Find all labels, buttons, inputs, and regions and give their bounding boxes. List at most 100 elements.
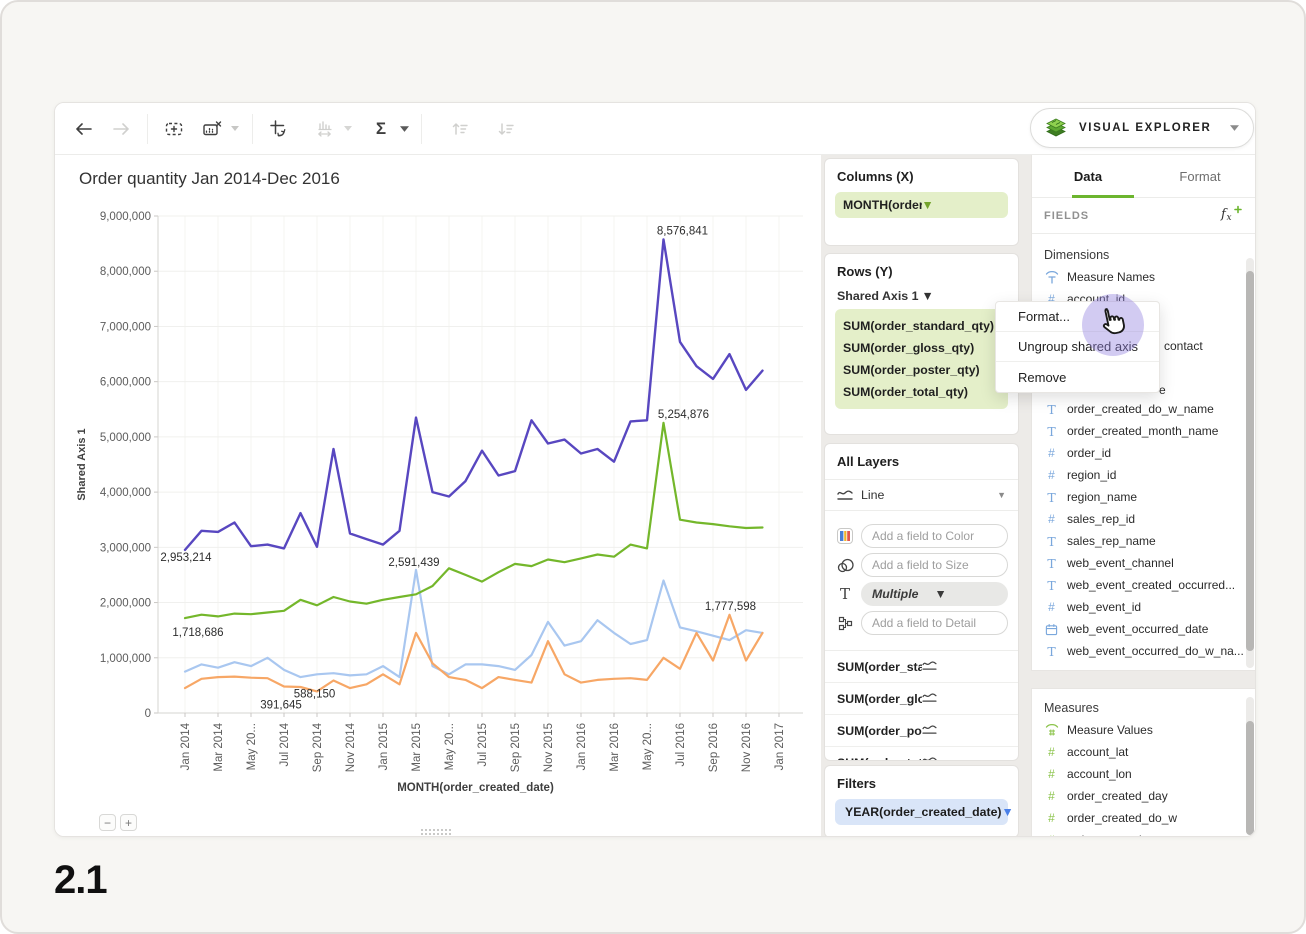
visual-explorer-button[interactable]: VISUAL EXPLORER	[1030, 108, 1254, 148]
field-item[interactable]: Torder_created_month_name	[1032, 420, 1256, 442]
field-item[interactable]: Torder_created_do_w_name	[1032, 398, 1256, 420]
swap-axes-button[interactable]	[263, 113, 295, 145]
dimensions-label: Dimensions	[1032, 234, 1256, 266]
svg-text:Jan 2016: Jan 2016	[576, 723, 588, 770]
field-label: region_id	[1067, 468, 1116, 482]
field-item[interactable]: Measure Names	[1032, 266, 1256, 288]
svg-text:0: 0	[145, 708, 151, 720]
rows-pill[interactable]: SUM(order_poster_qty)	[843, 359, 1000, 381]
svg-text:Shared Axis 1: Shared Axis 1	[76, 428, 88, 500]
field-label: Measure Names	[1067, 270, 1155, 284]
number-icon: #	[1048, 789, 1055, 803]
all-layers-title: All Layers	[825, 444, 1018, 480]
text-field-dropdown[interactable]: Multiple ▼	[861, 582, 1008, 606]
series-line-SUM(order_gloss_qty)[interactable]	[185, 570, 763, 677]
size-mark-icon	[833, 558, 857, 573]
rows-shelf: Rows (Y) Shared Axis 1 ▼ SUM(order_stand…	[824, 253, 1019, 435]
filter-pill[interactable]: YEAR(order_created_date) ▼	[835, 799, 1008, 825]
columns-pill[interactable]: MONTH(order_created_d... ▼	[835, 192, 1008, 218]
add-calculated-field-button[interactable]: fx	[1220, 205, 1242, 226]
field-item[interactable]: #sales_rep_id	[1032, 508, 1256, 530]
layer-label: SUM(order_poster_qty)	[837, 724, 922, 738]
svg-text:6,000,000: 6,000,000	[100, 377, 151, 389]
menu-item-ungroup-shared-axis[interactable]: Ungroup shared axis	[996, 332, 1159, 362]
svg-text:MONTH(order_created_date): MONTH(order_created_date)	[397, 782, 554, 794]
data-point-annotation: 5,254,876	[658, 409, 709, 421]
resize-bars-button[interactable]	[309, 113, 341, 145]
field-item[interactable]: #account_lat	[1032, 741, 1256, 763]
svg-text:1,000,000: 1,000,000	[100, 653, 151, 665]
panel-resize-handle[interactable]	[420, 828, 452, 835]
back-button[interactable]	[67, 113, 99, 145]
field-item[interactable]: #region_id	[1032, 464, 1256, 486]
field-item[interactable]: #order_created_...	[1032, 829, 1256, 837]
obscured-field-fragment: e	[1159, 383, 1166, 397]
number-icon: #	[1048, 512, 1055, 526]
chevron-down-icon: ▼	[1002, 805, 1014, 819]
field-item[interactable]: Tsales_rep_name	[1032, 530, 1256, 552]
field-item[interactable]: Measure Values	[1032, 719, 1256, 741]
aggregate-caret[interactable]	[397, 113, 411, 145]
clear-visualization-caret[interactable]	[228, 113, 242, 145]
layer-row[interactable]: SUM(order_total_qty)	[825, 747, 1018, 761]
function-plus-icon: fx	[1220, 205, 1242, 221]
field-item[interactable]: #order_created_day	[1032, 785, 1256, 807]
rows-pill[interactable]: SUM(order_standard_qty)	[843, 315, 1000, 337]
tab-data[interactable]: Data	[1032, 155, 1144, 197]
field-item[interactable]: #order_id	[1032, 442, 1256, 464]
dimensions-scrollbar-thumb[interactable]	[1246, 271, 1254, 651]
field-item[interactable]: Tregion_name	[1032, 486, 1256, 508]
columns-shelf: Columns (X) MONTH(order_created_d... ▼	[824, 158, 1019, 246]
detail-field-input[interactable]: Add a field to Detail	[861, 611, 1008, 635]
field-item[interactable]: #web_event_id	[1032, 596, 1256, 618]
layer-row[interactable]: SUM(order_gloss_qty)	[825, 683, 1018, 715]
line-chart-canvas[interactable]: 01,000,0002,000,0003,000,0004,000,0005,0…	[55, 155, 821, 837]
measures-scrollbar-thumb[interactable]	[1246, 721, 1254, 835]
size-field-input[interactable]: Add a field to Size	[861, 553, 1008, 577]
series-line-SUM(order_standard_qty)[interactable]	[185, 423, 763, 618]
add-visualization-button[interactable]	[158, 113, 190, 145]
sort-descending-icon	[496, 120, 516, 138]
field-item[interactable]: Tweb_event_created_occurred...	[1032, 574, 1256, 596]
tab-format-label: Format	[1179, 169, 1220, 184]
field-item[interactable]: #account_lon	[1032, 763, 1256, 785]
visual-explorer-label: VISUAL EXPLORER	[1079, 122, 1230, 134]
field-item[interactable]: Tweb_event_channel	[1032, 552, 1256, 574]
chevron-down-icon: ▼	[922, 198, 1001, 212]
tab-format[interactable]: Format	[1144, 155, 1256, 197]
field-item[interactable]: web_event_occurred_date	[1032, 618, 1256, 640]
rows-pill[interactable]: SUM(order_gloss_qty)	[843, 337, 1000, 359]
field-label: order_created_do_w_name	[1067, 402, 1214, 416]
menu-item-remove[interactable]: Remove	[996, 362, 1159, 392]
zoom-out-button[interactable]: −	[99, 814, 116, 831]
color-field-input[interactable]: Add a field to Color	[861, 524, 1008, 548]
field-item[interactable]: Tweb_event_occurred_do_w_na...	[1032, 640, 1256, 662]
rows-pill[interactable]: SUM(order_total_qty)	[843, 381, 1000, 403]
resize-bars-caret[interactable]	[341, 113, 355, 145]
sort-descending-button[interactable]	[490, 113, 522, 145]
zoom-in-button[interactable]: +	[120, 814, 137, 831]
data-point-annotation: 391,645	[260, 699, 302, 711]
detail-mark-icon	[833, 616, 857, 631]
layer-row[interactable]: SUM(order_poster_qty)	[825, 715, 1018, 747]
forward-button[interactable]	[105, 113, 137, 145]
measures-label: Measures	[1032, 689, 1256, 719]
menu-item-format[interactable]: Format...	[996, 302, 1159, 332]
clear-visualization-button[interactable]	[196, 113, 228, 145]
text-icon: T	[1047, 578, 1055, 593]
aggregate-button[interactable]: Σ	[365, 113, 397, 145]
series-line-SUM(order_total_qty)[interactable]	[185, 239, 763, 550]
sort-ascending-button[interactable]	[444, 113, 476, 145]
svg-text:Jul 2015: Jul 2015	[477, 723, 489, 766]
shared-axis-dropdown[interactable]: Shared Axis 1 ▼	[825, 285, 1018, 309]
measures-list: Measure Values#account_lat#account_lon#o…	[1032, 719, 1256, 837]
rows-shelf-title: Rows (Y)	[825, 254, 1018, 285]
filters-shelf: Filters YEAR(order_created_date) ▼	[824, 765, 1019, 837]
sigma-icon: Σ	[376, 119, 386, 139]
layer-row[interactable]: SUM(order_standard_q...	[825, 651, 1018, 683]
svg-text:Jan 2015: Jan 2015	[378, 723, 390, 770]
field-item[interactable]: #order_created_do_w	[1032, 807, 1256, 829]
series-line-SUM(order_poster_qty)[interactable]	[185, 615, 763, 692]
mark-type-dropdown[interactable]: Line ▼	[825, 480, 1018, 511]
screenshot-frame: Σ 01,000,0002,000,0003,000,0004,000,0005…	[0, 0, 1306, 934]
